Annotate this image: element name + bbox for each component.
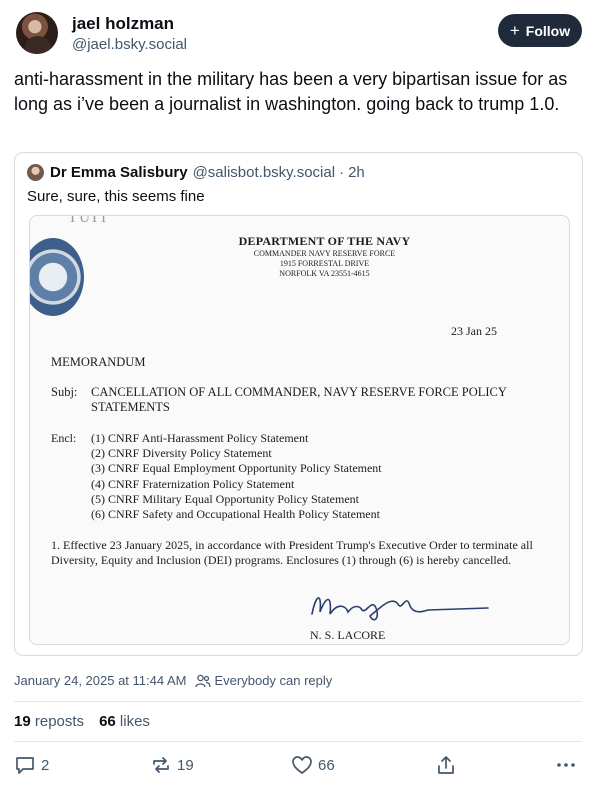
- post-text: anti-harassment in the military has been…: [14, 69, 568, 114]
- quoted-post-text: Sure, sure, this seems fine: [27, 188, 205, 205]
- reply-button[interactable]: 2: [14, 754, 49, 776]
- quoted-author-handle[interactable]: @salisbot.bsky.social: [193, 164, 336, 181]
- follow-label: Follow: [525, 22, 571, 39]
- memo-letterhead: DEPARTMENT OF THE NAVY COMMANDER NAVY RE…: [30, 234, 569, 279]
- memo-address-line-2: NORFOLK VA 23551-4615: [279, 269, 370, 278]
- people-icon: [194, 674, 211, 687]
- memo-enclosures: Encl: (1) CNRF Anti-Harassment Policy St…: [51, 431, 382, 522]
- repost-button[interactable]: 19: [150, 754, 194, 776]
- likes-stat[interactable]: 66 likes: [99, 713, 150, 730]
- more-dots-icon: [557, 763, 575, 767]
- speech-bubble-icon: [16, 757, 34, 774]
- repost-arrows-icon: [153, 757, 169, 773]
- signature-icon: [311, 597, 489, 621]
- post-header: jael holzman @jael.bsky.social + Follow: [16, 12, 582, 60]
- memo-enclosure-item: (5) CNRF Military Equal Opportunity Poli…: [91, 491, 359, 506]
- reposts-stat[interactable]: 19 reposts: [14, 713, 84, 730]
- memo-enclosure-item: (3) CNRF Equal Employment Opportunity Po…: [91, 461, 382, 476]
- memo-subject: Subj: CANCELLATION OF ALL COMMANDER, NAV…: [51, 385, 561, 415]
- memo-address-line-1: 1915 FORRESTAL DRIVE: [279, 259, 370, 268]
- divider: [14, 701, 582, 702]
- like-button[interactable]: 66: [291, 754, 335, 776]
- share-icon: [438, 756, 454, 774]
- post-actions: 2 19 66: [14, 754, 582, 778]
- quoted-author-avatar[interactable]: [27, 164, 44, 181]
- memo-subject-text: CANCELLATION OF ALL COMMANDER, NAVY RESE…: [91, 385, 507, 414]
- plus-icon: +: [509, 21, 520, 40]
- reply-count: 2: [41, 756, 50, 774]
- memo-dept: DEPARTMENT OF THE NAVY: [238, 234, 411, 248]
- memo-encl-key: Encl:: [51, 431, 77, 445]
- share-button[interactable]: [435, 754, 457, 776]
- memo-enclosure-item: (2) CNRF Diversity Policy Statement: [91, 446, 272, 461]
- author-display-name[interactable]: jael holzman: [72, 14, 174, 34]
- reply-setting[interactable]: Everybody can reply: [215, 673, 333, 688]
- quoted-post[interactable]: Dr Emma Salisbury @salisbot.bsky.social …: [14, 152, 583, 656]
- follow-button[interactable]: + Follow: [498, 14, 582, 47]
- post-timestamp[interactable]: January 24, 2025 at 11:44 AM: [14, 673, 187, 688]
- memo-enclosure-item: (6) CNRF Safety and Occupational Health …: [91, 507, 380, 522]
- quoted-author-name[interactable]: Dr Emma Salisbury: [50, 164, 188, 181]
- like-count: 66: [318, 756, 335, 774]
- memo-paragraph: 1. Effective 23 January 2025, in accorda…: [51, 538, 533, 567]
- memo-enclosure-item: (1) CNRF Anti-Harassment Policy Statemen…: [91, 431, 309, 445]
- memo-enclosure-item: (4) CNRF Fraternization Policy Statement: [91, 476, 295, 491]
- memo-date: 23 Jan 25: [451, 324, 497, 338]
- post-stats: 19 reposts 66 likes: [14, 713, 150, 730]
- separator-dot: ·: [339, 164, 345, 181]
- heart-icon: [292, 756, 312, 774]
- memo-command: COMMANDER NAVY RESERVE FORCE: [253, 249, 396, 258]
- post-meta: January 24, 2025 at 11:44 AM Everybody c…: [14, 673, 332, 688]
- author-handle[interactable]: @jael.bsky.social: [72, 36, 187, 53]
- repost-count: 19: [177, 756, 194, 774]
- memo-stub-text: TUIT: [68, 215, 111, 226]
- quoted-post-header: Dr Emma Salisbury @salisbot.bsky.social …: [27, 164, 365, 181]
- memo-subject-key: Subj:: [51, 385, 78, 399]
- author-avatar[interactable]: [16, 12, 58, 54]
- more-options-button[interactable]: [555, 754, 577, 776]
- memo-signer: N. S. LACORE: [310, 628, 386, 642]
- memo-label: MEMORANDUM: [51, 355, 146, 369]
- quoted-post-time[interactable]: 2h: [348, 164, 365, 181]
- divider: [14, 741, 582, 742]
- memo-image[interactable]: TUIT DEPARTMENT OF THE NAVY COMMANDER NA…: [29, 215, 570, 645]
